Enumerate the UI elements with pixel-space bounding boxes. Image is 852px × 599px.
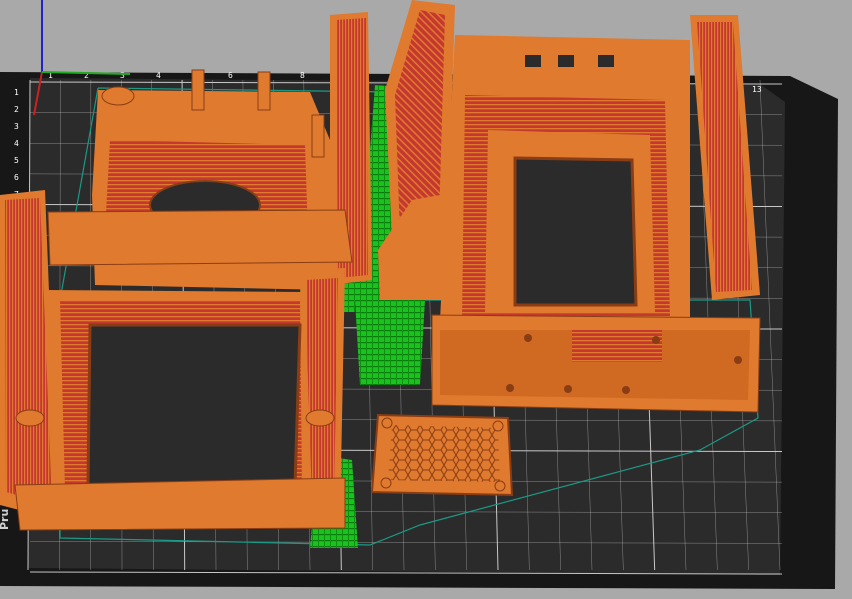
bed-brand-text: Pru <box>0 509 11 530</box>
cover-plate-part[interactable] <box>370 413 514 497</box>
ruler-label: 4 <box>156 71 161 80</box>
ruler-label: 1 <box>14 88 19 97</box>
right-ruler: 13 <box>752 85 762 94</box>
ruler-label: 3 <box>120 71 125 80</box>
scene: 12345678910111213 12345678 13 Pru <box>0 0 838 589</box>
ruler-label: 13 <box>752 85 762 94</box>
ruler-label: 4 <box>14 139 19 148</box>
3d-viewport[interactable]: 12345678910111213 12345678 13 Pru <box>0 0 852 599</box>
ruler-label: 3 <box>14 122 19 131</box>
ruler-label: 2 <box>14 105 19 114</box>
ruler-label: 6 <box>228 71 233 80</box>
ruler-label: 8 <box>300 71 305 80</box>
ruler-label: 5 <box>14 156 19 165</box>
ruler-label: 6 <box>14 173 19 182</box>
